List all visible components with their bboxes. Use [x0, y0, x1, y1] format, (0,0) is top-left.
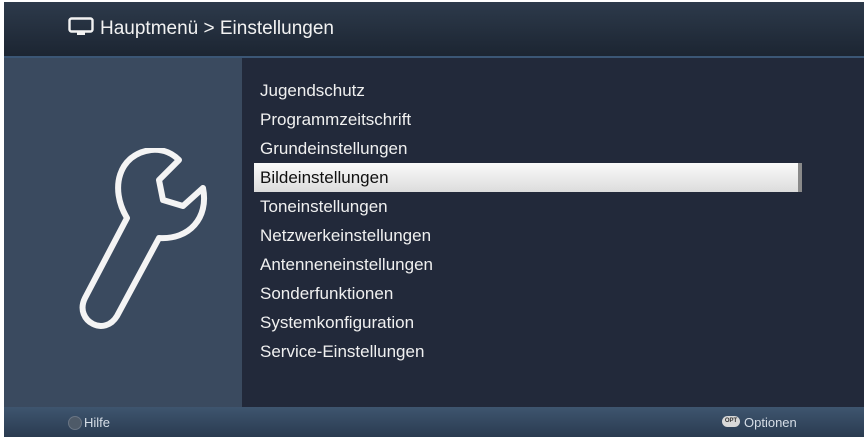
menu-item-systemkonfiguration[interactable]: Systemkonfiguration	[254, 308, 802, 337]
help-button-icon[interactable]	[68, 416, 82, 430]
tv-screen: Hauptmenü > Einstellungen Jugendschutz P…	[4, 2, 864, 437]
menu-item-sonderfunktionen[interactable]: Sonderfunktionen	[254, 279, 802, 308]
tv-icon	[68, 17, 94, 35]
help-label[interactable]: Hilfe	[84, 415, 110, 430]
menu-item-jugendschutz[interactable]: Jugendschutz	[254, 76, 802, 105]
icon-panel	[4, 58, 242, 407]
menu-item-netzwerkeinstellungen[interactable]: Netzwerkeinstellungen	[254, 221, 802, 250]
menu-item-antenneneinstellungen[interactable]: Antenneneinstellungen	[254, 250, 802, 279]
footer-bar: Hilfe OPT Optionen	[4, 407, 864, 437]
menu-item-service-einstellungen[interactable]: Service-Einstellungen	[254, 337, 802, 366]
menu-item-bildeinstellungen[interactable]: Bildeinstellungen	[254, 163, 802, 192]
wrench-icon	[79, 148, 208, 329]
menu-item-grundeinstellungen[interactable]: Grundeinstellungen	[254, 134, 802, 163]
menu-list: Jugendschutz Programmzeitschrift Grundei…	[254, 76, 802, 366]
settings-menu: Jugendschutz Programmzeitschrift Grundei…	[242, 58, 864, 407]
header-bar: Hauptmenü > Einstellungen	[4, 2, 864, 58]
options-label[interactable]: Optionen	[744, 415, 797, 430]
breadcrumb: Hauptmenü > Einstellungen	[100, 18, 334, 39]
menu-item-programmzeitschrift[interactable]: Programmzeitschrift	[254, 105, 802, 134]
options-button-icon[interactable]: OPT	[722, 416, 740, 427]
menu-item-toneinstellungen[interactable]: Toneinstellungen	[254, 192, 802, 221]
